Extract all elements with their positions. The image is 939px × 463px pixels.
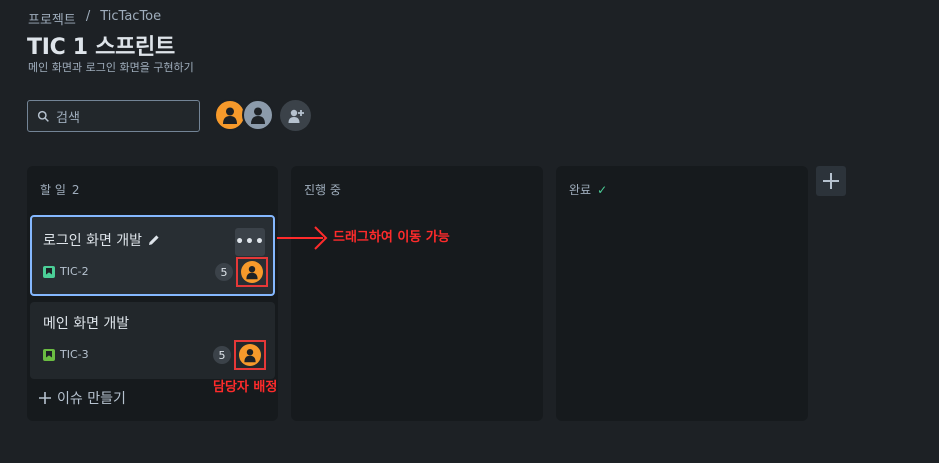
- column-header: 완료 ✓: [569, 181, 607, 198]
- add-person-icon: [288, 109, 304, 123]
- search-input[interactable]: 검색: [27, 100, 200, 132]
- issue-card[interactable]: 로그인 화면 개발 ••• TIC-2 5: [30, 215, 275, 296]
- person-icon: [251, 107, 265, 124]
- sprint-goal: 메인 화면과 로그인 화면을 구현하기: [28, 61, 194, 74]
- column-header: 진행 중: [304, 181, 341, 198]
- issue-summary: 메인 화면 개발: [43, 316, 130, 332]
- page-title: TIC 1 스프린트: [27, 35, 175, 60]
- story-icon: [43, 265, 55, 278]
- assignee-annotation: 담당자 배정: [213, 380, 278, 395]
- plus-icon: [823, 173, 839, 189]
- issue-summary: 로그인 화면 개발: [43, 233, 143, 249]
- assignee-avatar[interactable]: [239, 344, 261, 366]
- issue-key-row: TIC-3: [43, 348, 89, 361]
- more-actions-button[interactable]: •••: [235, 228, 265, 256]
- assignee-highlight[interactable]: [234, 340, 266, 370]
- column-header: 할 일 2: [40, 181, 80, 198]
- column-title: 완료: [569, 183, 592, 197]
- add-people-button[interactable]: [280, 100, 311, 131]
- column-done: 완료 ✓: [556, 166, 808, 421]
- card-title-row: 메인 화면 개발: [43, 313, 129, 333]
- story-points-badge: 5: [213, 346, 231, 364]
- column-in-progress: 진행 중: [291, 166, 543, 421]
- check-icon: ✓: [597, 182, 608, 197]
- issue-key[interactable]: TIC-2: [60, 265, 89, 278]
- plus-icon: [39, 392, 51, 404]
- arrow-icon: [277, 226, 328, 250]
- breadcrumb-board-link[interactable]: TicTacToe: [100, 9, 161, 28]
- assignee-avatar[interactable]: [241, 261, 263, 283]
- person-icon: [246, 266, 258, 280]
- column-title: 진행 중: [304, 183, 341, 197]
- column-title: 할 일: [40, 183, 66, 197]
- user-avatar-gray[interactable]: [242, 99, 274, 131]
- create-issue-button[interactable]: 이슈 만들기: [39, 388, 126, 408]
- person-icon: [244, 349, 256, 363]
- drag-annotation: 드래그하여 이동 가능: [333, 230, 450, 245]
- search-icon: [37, 110, 49, 122]
- create-issue-label: 이슈 만들기: [57, 391, 126, 407]
- issue-key[interactable]: TIC-3: [60, 348, 89, 361]
- breadcrumb-projects-link[interactable]: 프로젝트: [28, 9, 76, 28]
- add-column-button[interactable]: [816, 166, 846, 196]
- breadcrumb: 프로젝트 / TicTacToe: [28, 9, 161, 28]
- edit-icon[interactable]: [148, 234, 160, 246]
- issue-key-row: TIC-2: [43, 265, 89, 278]
- story-points-badge: 5: [215, 263, 233, 281]
- search-placeholder: 검색: [56, 110, 80, 126]
- issue-card[interactable]: 메인 화면 개발 TIC-3 5: [30, 302, 275, 379]
- assignee-highlight[interactable]: [236, 257, 268, 287]
- breadcrumb-separator: /: [85, 9, 91, 24]
- issue-count: 2: [71, 182, 80, 197]
- card-title-row: 로그인 화면 개발: [43, 230, 160, 250]
- avatar-group: [214, 99, 274, 131]
- person-icon: [223, 107, 237, 124]
- story-icon: [43, 348, 55, 361]
